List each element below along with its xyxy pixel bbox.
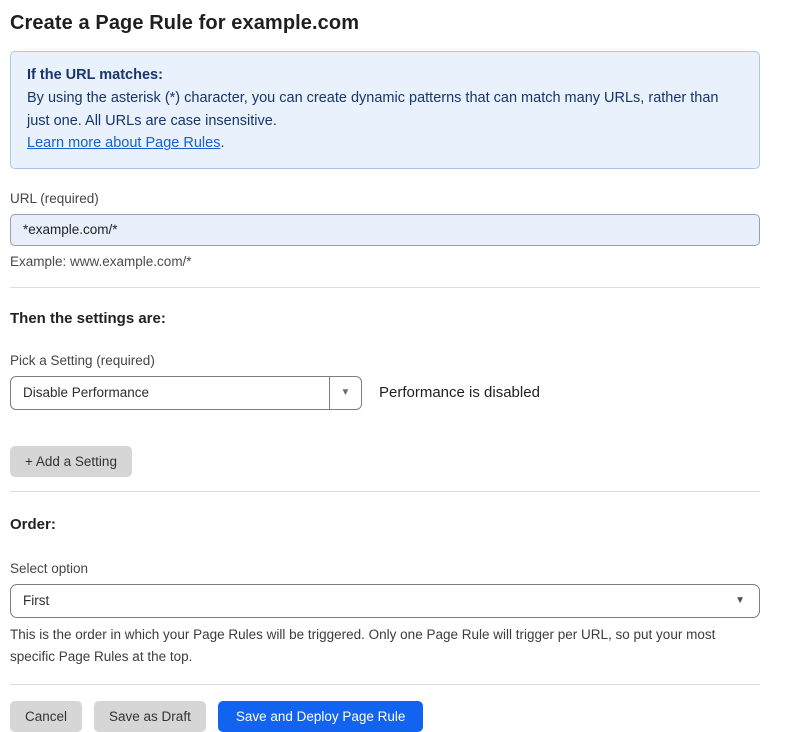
setting-dropdown-caret-button[interactable]: ▼ — [329, 377, 361, 409]
url-field-label: URL (required) — [10, 191, 760, 206]
page-title: Create a Page Rule for example.com — [10, 12, 760, 35]
setting-row: Disable Performance ▼ Performance is dis… — [10, 376, 760, 410]
order-select[interactable]: First ▼ — [10, 584, 760, 618]
divider — [10, 287, 760, 288]
save-draft-button[interactable]: Save as Draft — [94, 701, 206, 732]
info-box-heading: If the URL matches: — [27, 64, 743, 86]
setting-dropdown[interactable]: Disable Performance ▼ — [10, 376, 362, 410]
setting-dropdown-value: Disable Performance — [11, 377, 329, 409]
url-match-info-box: If the URL matches: By using the asteris… — [10, 51, 760, 169]
form-actions: Cancel Save as Draft Save and Deploy Pag… — [10, 701, 760, 732]
caret-down-icon: ▼ — [735, 595, 745, 606]
cancel-button[interactable]: Cancel — [10, 701, 82, 732]
info-box-link-line: Learn more about Page Rules. — [27, 132, 743, 154]
setting-status-text: Performance is disabled — [379, 384, 540, 401]
pick-setting-label: Pick a Setting (required) — [10, 353, 760, 368]
caret-down-icon: ▼ — [341, 387, 351, 398]
settings-section-heading: Then the settings are: — [10, 310, 760, 327]
page-rule-form: Create a Page Rule for example.com If th… — [0, 0, 790, 732]
order-select-value: First — [23, 593, 49, 608]
order-help-text: This is the order in which your Page Rul… — [10, 624, 760, 669]
info-box-body: By using the asterisk (*) character, you… — [27, 87, 743, 132]
divider — [10, 684, 760, 685]
order-section-heading: Order: — [10, 516, 760, 533]
url-example-text: Example: www.example.com/* — [10, 254, 760, 269]
learn-more-link[interactable]: Learn more about Page Rules — [27, 135, 220, 151]
divider — [10, 491, 760, 492]
url-input[interactable] — [10, 214, 760, 246]
order-select-label: Select option — [10, 561, 760, 576]
save-deploy-button[interactable]: Save and Deploy Page Rule — [218, 701, 424, 732]
link-period: . — [220, 135, 224, 151]
add-setting-button[interactable]: + Add a Setting — [10, 446, 132, 477]
